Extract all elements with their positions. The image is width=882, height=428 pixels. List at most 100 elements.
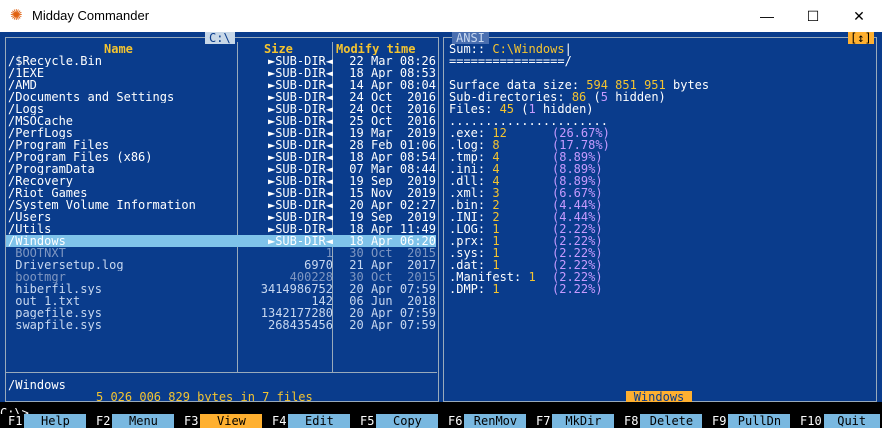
file-row[interactable]: bootmgr 400228 30 Oct 2015	[6, 271, 436, 283]
fkey-label: Copy	[376, 414, 439, 428]
file-row[interactable]: /1EXE ►SUB-DIR◄ 18 Apr 08:53	[6, 67, 436, 79]
fkey-label: Quit	[823, 414, 880, 428]
file-modify-time: 25 Oct 2016	[349, 115, 436, 127]
fkey-label: Delete	[640, 414, 703, 428]
fkey-number: F9	[712, 414, 729, 428]
file-size: ►SUB-DIR◄	[267, 235, 333, 247]
panel-resize-icon[interactable]: [↕]	[848, 32, 874, 44]
file-row[interactable]: /Program Files (x86) ►SUB-DIR◄ 18 Apr 08:5…	[6, 151, 436, 163]
extension-row: .sys: 1 (2.22%)	[449, 247, 869, 259]
file-modify-time: 18 Apr 11:49	[349, 223, 436, 235]
file-size: ►SUB-DIR◄	[267, 115, 333, 127]
file-row[interactable]: /Logs ►SUB-DIR◄ 24 Oct 2016	[6, 103, 436, 115]
file-modify-time: 19 Mar 2019	[349, 127, 436, 139]
minimize-button[interactable]: —	[744, 0, 790, 32]
file-modify-time: 18 Apr 08:53	[349, 67, 436, 79]
file-row[interactable]: /System Volume Information ►SUB-DIR◄ 20 Ap…	[6, 199, 436, 211]
fkey-mkdir[interactable]: F7 MkDir	[536, 414, 615, 428]
size-column-header[interactable]: Size	[264, 43, 293, 55]
file-name: Driversetup.log	[8, 259, 124, 271]
file-name: /System Volume Information	[8, 199, 196, 211]
file-row[interactable]: /Documents and Settings ►SUB-DIR◄ 24 Oct 2…	[6, 91, 436, 103]
fkey-number: F8	[624, 414, 641, 428]
file-size: ►SUB-DIR◄	[267, 151, 333, 163]
fkey-pulldn[interactable]: F9 PullDn	[712, 414, 791, 428]
file-modify-time: 15 Nov 2019	[349, 187, 436, 199]
file-row[interactable]: /Program Files ►SUB-DIR◄ 28 Feb 01:06	[6, 139, 436, 151]
file-modify-time: 19 Sep 2019	[349, 175, 436, 187]
extension-row: .ini: 4 (8.89%)	[449, 163, 869, 175]
file-row-selected[interactable]: /Windows ►SUB-DIR◄ 18 Apr 06:20	[6, 235, 436, 247]
fkey-view[interactable]: F3 View	[184, 414, 263, 428]
file-row[interactable]: /AMD ►SUB-DIR◄ 14 Apr 08:04	[6, 79, 436, 91]
extension-row: .prx: 1 (2.22%)	[449, 235, 869, 247]
extension-row: .exe: 12 (26.67%)	[449, 127, 869, 139]
app-logo-icon: ✺	[10, 7, 23, 24]
file-row[interactable]: /Recovery ►SUB-DIR◄ 19 Sep 2019	[6, 175, 436, 187]
fkey-edit[interactable]: F4 Edit	[272, 414, 351, 428]
file-size: 1342177280	[260, 307, 333, 319]
fkey-renmov[interactable]: F6 RenMov	[448, 414, 527, 428]
fkey-menu[interactable]: F2 Menu	[96, 414, 175, 428]
file-row[interactable]: out_1.txt 142 06 Jun 2018	[6, 295, 436, 307]
file-name: /Utils	[8, 223, 52, 235]
file-modify-time: 30 Oct 2015	[349, 271, 436, 283]
file-modify-time: 22 Mar 08:26	[349, 55, 436, 67]
maximize-button[interactable]: ☐	[790, 0, 836, 32]
file-size: ►SUB-DIR◄	[267, 223, 333, 235]
name-column-header[interactable]: Name	[104, 43, 133, 55]
fkey-number: F3	[184, 414, 201, 428]
close-button[interactable]: ✕	[836, 0, 882, 32]
file-size: ►SUB-DIR◄	[267, 139, 333, 151]
file-name: /Riot Games	[8, 187, 88, 199]
file-name: /1EXE	[8, 67, 45, 79]
time-column-header[interactable]: Modify time	[336, 43, 415, 55]
fkey-number: F7	[536, 414, 553, 428]
file-row[interactable]: /Utils ►SUB-DIR◄ 18 Apr 11:49	[6, 223, 436, 235]
fkey-help[interactable]: F1 Help	[8, 414, 87, 428]
file-row[interactable]: hiberfil.sys 3414986752 20 Apr 07:59	[6, 283, 436, 295]
file-size: ►SUB-DIR◄	[267, 211, 333, 223]
sum-rule: ================/	[449, 54, 572, 68]
file-row[interactable]: swapfile.sys 268435456 20 Apr 07:59	[6, 319, 436, 331]
command-line[interactable]: C:\>	[0, 402, 882, 419]
file-modify-time: 28 Feb 01:06	[349, 139, 436, 151]
extension-row: .INI: 2 (4.44%)	[449, 211, 869, 223]
file-modify-time: 20 Apr 07:59	[349, 307, 436, 319]
file-size: ►SUB-DIR◄	[267, 79, 333, 91]
file-size: ►SUB-DIR◄	[267, 127, 333, 139]
file-row[interactable]: /$Recycle.Bin ►SUB-DIR◄ 22 Mar 08:26	[6, 55, 436, 67]
fkey-number: F10	[800, 414, 824, 428]
terminal-area: C:\ Name Size Modify time /$Recycle.Bin ►…	[0, 32, 882, 428]
left-panel-header: Name Size Modify time	[6, 43, 436, 55]
file-row[interactable]: /Riot Games ►SUB-DIR◄ 15 Nov 2019	[6, 187, 436, 199]
fkey-copy[interactable]: F5 Copy	[360, 414, 439, 428]
file-row[interactable]: Driversetup.log 6970 21 Apr 2017	[6, 259, 436, 271]
file-row[interactable]: /PerfLogs ►SUB-DIR◄ 19 Mar 2019	[6, 127, 436, 139]
fkey-number: F6	[448, 414, 465, 428]
file-row[interactable]: /MSOCache ►SUB-DIR◄ 25 Oct 2016	[6, 115, 436, 127]
fkey-delete[interactable]: F8 Delete	[624, 414, 703, 428]
file-row[interactable]: BOOTNXT 1 30 Oct 2015	[6, 247, 436, 259]
file-modify-time: 30 Oct 2015	[349, 247, 436, 259]
file-row[interactable]: pagefile.sys 1342177280 20 Apr 07:59	[6, 307, 436, 319]
extension-row: .Manifest: 1 (2.22%)	[449, 271, 869, 283]
extension-row: .dll: 4 (8.89%)	[449, 175, 869, 187]
app-window: ✺ Midday Commander — ☐ ✕ C:\ Name Size M…	[0, 0, 882, 428]
extension-row: .LOG: 1 (2.22%)	[449, 223, 869, 235]
file-name: BOOTNXT	[8, 247, 66, 259]
fkey-quit[interactable]: F10 Quit	[800, 414, 880, 428]
fkey-number: F4	[272, 414, 289, 428]
extension-name: .DMP:	[449, 282, 493, 296]
file-name: out_1.txt	[8, 295, 81, 307]
file-row[interactable]: /Users ►SUB-DIR◄ 19 Sep 2019	[6, 211, 436, 223]
extension-percent: (2.22%)	[552, 282, 603, 296]
file-modify-time: 06 Jun 2018	[349, 295, 436, 307]
file-name: pagefile.sys	[8, 307, 102, 319]
fkey-label: MkDir	[552, 414, 615, 428]
file-row[interactable]: /ProgramData ►SUB-DIR◄ 07 Mar 08:44	[6, 163, 436, 175]
file-modify-time: 07 Mar 08:44	[349, 163, 436, 175]
file-modify-time: 19 Sep 2019	[349, 211, 436, 223]
extension-row: .xml: 3 (6.67%)	[449, 187, 869, 199]
extension-count: 1	[528, 270, 536, 284]
